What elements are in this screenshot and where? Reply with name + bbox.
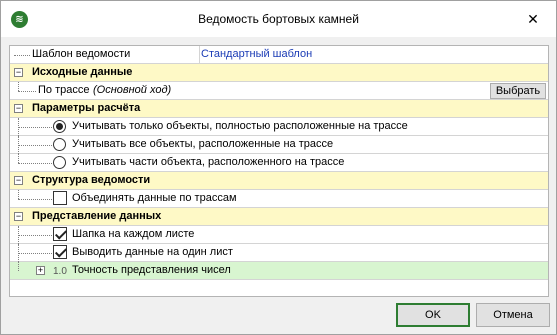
radio-object-parts[interactable] bbox=[53, 156, 66, 169]
param-option-2[interactable]: Учитывать все объекты, расположенные на … bbox=[10, 136, 548, 154]
section-structure[interactable]: − Структура ведомости bbox=[10, 172, 548, 190]
section-structure-title: Структура ведомости bbox=[32, 174, 151, 186]
template-value[interactable]: Стандартный шаблон bbox=[201, 46, 312, 63]
radio-label: Учитывать части объекта, расположенного … bbox=[72, 156, 345, 168]
properties-tree: Шаблон ведомости Стандартный шаблон − Ис… bbox=[9, 45, 549, 297]
tree-connector bbox=[18, 235, 52, 236]
tree-connector bbox=[18, 127, 52, 128]
section-source[interactable]: − Исходные данные bbox=[10, 64, 548, 82]
header-each-sheet-checkbox[interactable] bbox=[53, 227, 67, 241]
route-row[interactable]: По трассе (Основной ход) Выбрать bbox=[10, 82, 548, 100]
close-button[interactable]: ✕ bbox=[510, 1, 556, 37]
tree-connector bbox=[18, 253, 52, 254]
titlebar: ≋ Ведомость бортовых камней ✕ bbox=[1, 1, 556, 37]
param-option-3[interactable]: Учитывать части объекта, расположенного … bbox=[10, 154, 548, 172]
collapse-icon[interactable]: − bbox=[14, 68, 23, 77]
window-title: Ведомость бортовых камней bbox=[198, 12, 359, 26]
pick-route-button[interactable]: Выбрать bbox=[490, 83, 546, 99]
section-presentation-title: Представление данных bbox=[32, 210, 162, 222]
radio-label: Учитывать только объекты, полностью расп… bbox=[72, 120, 408, 132]
radio-all-objects[interactable] bbox=[53, 138, 66, 151]
tree-connector bbox=[14, 55, 30, 56]
precision-label: Точность представления чисел bbox=[72, 264, 231, 276]
dialog-window: ≋ Ведомость бортовых камней ✕ Шаблон вед… bbox=[0, 0, 557, 335]
one-sheet-label: Выводить данные на один лист bbox=[72, 246, 233, 258]
route-label: По трассе bbox=[38, 84, 90, 96]
tree-connector bbox=[18, 199, 52, 200]
radio-label: Учитывать все объекты, расположенные на … bbox=[72, 138, 334, 150]
route-value: (Основной ход) bbox=[93, 84, 172, 96]
tree-connector bbox=[18, 262, 19, 271]
one-sheet-row[interactable]: Выводить данные на один лист bbox=[10, 244, 548, 262]
tree-connector bbox=[18, 154, 19, 163]
section-params[interactable]: − Параметры расчёта bbox=[10, 100, 548, 118]
tree-connector bbox=[18, 91, 36, 92]
precision-row[interactable]: + 1.0 Точность представления чисел bbox=[10, 262, 548, 280]
collapse-icon[interactable]: − bbox=[14, 212, 23, 221]
section-source-title: Исходные данные bbox=[32, 66, 133, 78]
merge-label: Объединять данные по трассам bbox=[72, 192, 237, 204]
section-params-title: Параметры расчёта bbox=[32, 102, 141, 114]
cancel-button[interactable]: Отмена bbox=[476, 303, 550, 327]
ok-button[interactable]: OK bbox=[396, 303, 470, 327]
merge-routes-checkbox[interactable] bbox=[53, 191, 67, 205]
one-sheet-checkbox[interactable] bbox=[53, 245, 67, 259]
column-divider bbox=[199, 46, 200, 64]
precision-icon: 1.0 bbox=[53, 266, 67, 277]
collapse-icon[interactable]: − bbox=[14, 104, 23, 113]
section-presentation[interactable]: − Представление данных bbox=[10, 208, 548, 226]
tree-connector bbox=[18, 145, 52, 146]
expand-icon[interactable]: + bbox=[36, 266, 45, 275]
header-each-sheet-label: Шапка на каждом листе bbox=[72, 228, 195, 240]
tree-connector bbox=[18, 163, 52, 164]
header-each-sheet-row[interactable]: Шапка на каждом листе bbox=[10, 226, 548, 244]
template-row[interactable]: Шаблон ведомости Стандартный шаблон bbox=[10, 46, 548, 64]
radio-only-full-objects[interactable] bbox=[53, 120, 66, 133]
collapse-icon[interactable]: − bbox=[14, 176, 23, 185]
tree-connector bbox=[18, 82, 19, 91]
tree-connector bbox=[18, 190, 19, 199]
merge-row[interactable]: Объединять данные по трассам bbox=[10, 190, 548, 208]
param-option-1[interactable]: Учитывать только объекты, полностью расп… bbox=[10, 118, 548, 136]
template-label: Шаблон ведомости bbox=[32, 48, 131, 60]
